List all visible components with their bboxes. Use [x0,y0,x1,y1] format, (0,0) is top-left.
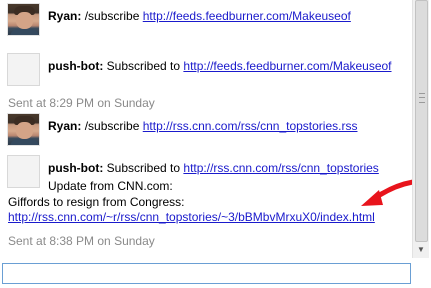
bot-avatar[interactable] [7,53,40,86]
update-source-line: Update from CNN.com: [48,179,173,193]
red-arrow-annotation-icon [361,179,412,206]
message-compose-field[interactable] [2,263,411,284]
message-text: push-bot: Subscribed to http://feeds.fee… [48,58,392,74]
message-link[interactable]: http://rss.cnn.com/rss/cnn_topstories [183,161,378,175]
message-body: /subscribe [84,9,140,23]
user-avatar[interactable] [7,113,40,146]
message-sender: push-bot: [48,59,104,73]
message-sender: Ryan: [48,9,82,23]
conversation-log: Ryan: /subscribe http://feeds.feedburner… [0,0,412,258]
update-headline: Giffords to resign from Congress: [8,195,185,209]
scroll-down-arrow-icon[interactable]: ▼ [413,242,429,258]
message-text: Ryan: /subscribe http://feeds.feedburner… [48,8,351,24]
bot-avatar[interactable] [7,155,40,188]
scrollbar-grip-icon [419,93,425,103]
message-link[interactable]: http://feeds.feedburner.com/Makeuseof [143,9,351,23]
message-body: Subscribed to [106,161,181,175]
update-link-line: http://rss.cnn.com/~r/rss/cnn_topstories… [8,210,375,225]
message-body: Subscribed to [106,59,181,73]
message-link[interactable]: http://feeds.feedburner.com/Makeuseof [183,59,391,73]
vertical-scrollbar[interactable]: ▼ [412,0,429,258]
scrollbar-thumb[interactable] [415,0,428,242]
message-sender: push-bot: [48,161,104,175]
timestamp: Sent at 8:29 PM on Sunday [8,96,155,110]
user-avatar[interactable] [7,3,40,36]
message-input[interactable] [3,264,410,283]
timestamp: Sent at 8:38 PM on Sunday [8,234,155,248]
chat-window: Ryan: /subscribe http://feeds.feedburner… [0,0,431,288]
message-text: push-bot: Subscribed to http://rss.cnn.c… [48,160,379,176]
message-link[interactable]: http://rss.cnn.com/rss/cnn_topstories.rs… [143,119,358,133]
message-body: /subscribe [84,119,140,133]
update-link[interactable]: http://rss.cnn.com/~r/rss/cnn_topstories… [8,210,375,224]
message-sender: Ryan: [48,119,82,133]
message-text: Ryan: /subscribe http://rss.cnn.com/rss/… [48,118,357,134]
